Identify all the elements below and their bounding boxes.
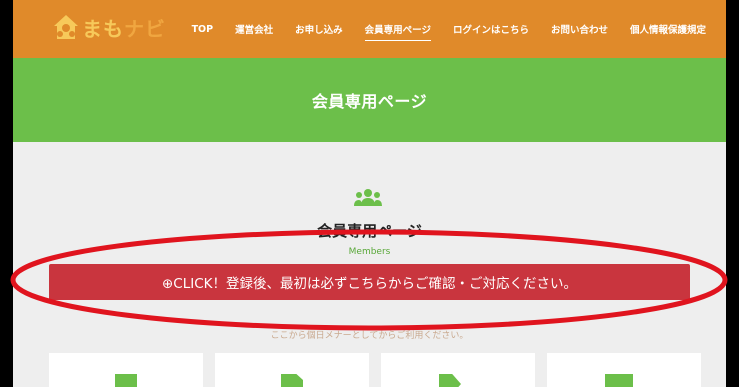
card-grid bbox=[49, 353, 701, 387]
nav-privacy[interactable]: 個人情報保護規定 bbox=[630, 22, 706, 36]
nav-members[interactable]: 会員専用ページ bbox=[364, 22, 432, 41]
page: まもナビ TOP 運営会社 お申し込み 会員専用ページ ログインはこちら お問い… bbox=[13, 0, 726, 387]
site-header: まもナビ TOP 運営会社 お申し込み 会員専用ページ ログインはこちら お問い… bbox=[13, 0, 726, 58]
nav-apply[interactable]: お申し込み bbox=[295, 22, 343, 36]
nav-contact[interactable]: お問い合わせ bbox=[551, 22, 608, 36]
nav-login[interactable]: ログインはこちら bbox=[453, 22, 529, 36]
members-section: 会員専用ページ Members ここから個日メナーとしてからご利用ください。 ⊕… bbox=[13, 142, 726, 387]
house-logo-icon bbox=[51, 12, 81, 42]
card-3[interactable] bbox=[381, 353, 535, 387]
hero-title: 会員専用ページ bbox=[311, 92, 428, 111]
section-subtitle: Members bbox=[348, 247, 391, 257]
right-black-frame bbox=[726, 0, 739, 387]
members-note-link[interactable]: ここから個日メナーとしてからご利用ください。 bbox=[13, 328, 726, 341]
document-icon bbox=[115, 374, 137, 387]
click-here-button[interactable]: ⊕CLICK！登録後、最初は必ずこちらからご確認・ご対応ください。 bbox=[49, 264, 690, 300]
nav-company[interactable]: 運営会社 bbox=[235, 22, 273, 36]
logo-text: まもナビ bbox=[82, 16, 166, 41]
card-2[interactable] bbox=[215, 353, 369, 387]
card-4[interactable] bbox=[547, 353, 701, 387]
card-1[interactable] bbox=[49, 353, 203, 387]
box-icon bbox=[605, 374, 633, 387]
cta-label: ⊕CLICK！登録後、最初は必ずこちらからご確認・ご対応ください。 bbox=[161, 276, 578, 292]
tag-icon bbox=[439, 374, 461, 387]
site-logo[interactable]: まもナビ bbox=[51, 12, 166, 42]
left-black-frame bbox=[0, 0, 13, 387]
hero-banner: 会員専用ページ bbox=[13, 58, 726, 142]
document-icon bbox=[281, 374, 303, 387]
main-nav: TOP 運営会社 お申し込み 会員専用ページ ログインはこちら お問い合わせ 個… bbox=[170, 0, 706, 58]
section-title: 会員専用ページ bbox=[317, 222, 422, 240]
users-icon bbox=[353, 188, 383, 208]
nav-top[interactable]: TOP bbox=[192, 24, 214, 35]
